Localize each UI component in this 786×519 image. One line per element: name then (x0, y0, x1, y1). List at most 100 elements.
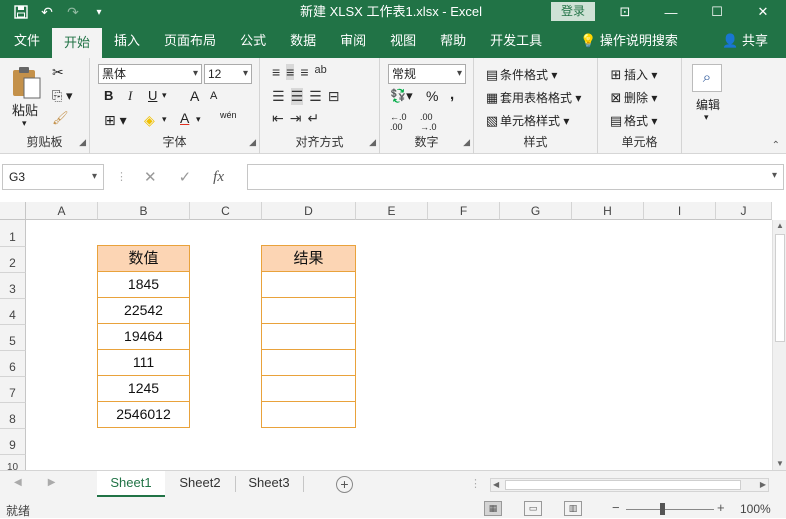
ribbon-display-options-icon[interactable]: ⊡ (602, 0, 648, 24)
row-header-2[interactable]: 2 (0, 247, 26, 273)
sheet-tab-sheet1[interactable]: Sheet1 (97, 471, 165, 497)
row-header-5[interactable]: 5 (0, 325, 26, 351)
column-header-g[interactable]: G (500, 202, 572, 220)
copy-icon[interactable]: ⎘ ▾ (52, 88, 73, 104)
search-icon[interactable]: ⌕ (692, 64, 722, 92)
redo-icon[interactable]: ↷ (60, 0, 86, 24)
increase-indent-icon[interactable]: ⇥ (290, 110, 302, 127)
result-cell[interactable] (261, 323, 356, 350)
font-size-select[interactable]: 12 ▾ (204, 64, 252, 84)
value-cell[interactable]: 22542 (97, 297, 190, 324)
decrease-decimal-icon[interactable]: .00 →.0 (420, 112, 437, 132)
middle-align-icon[interactable]: ≡ (286, 64, 295, 80)
expand-formula-icon[interactable]: ▾ (772, 170, 777, 181)
wrap-text-icon[interactable]: ↵ (307, 110, 319, 127)
borders-icon[interactable]: ⊞ ▾ (104, 112, 127, 129)
column-header-b[interactable]: B (98, 202, 190, 220)
phonetic-guide-button[interactable]: wén (220, 110, 237, 120)
scroll-down-icon[interactable]: ▼ (773, 458, 786, 470)
enter-icon[interactable]: ✓ (179, 168, 192, 186)
value-cell[interactable]: 1845 (97, 271, 190, 298)
select-all-corner[interactable] (0, 202, 26, 220)
column-header-c[interactable]: C (190, 202, 262, 220)
paste-button[interactable]: 粘贴 (12, 100, 38, 119)
tab-insert[interactable]: 插入 (102, 24, 152, 58)
cut-icon[interactable]: ✂ (52, 64, 64, 81)
number-launcher-icon[interactable]: ◢ (463, 137, 470, 148)
increase-font-button[interactable]: A (190, 88, 199, 104)
tab-review[interactable]: 审阅 (328, 24, 378, 58)
normal-view-icon[interactable]: ▦ (484, 501, 502, 516)
row-header-10[interactable]: 10 (0, 455, 26, 470)
underline-dropdown-icon[interactable]: ▾ (162, 90, 167, 101)
number-format-select[interactable]: 常规 ▾ (388, 64, 466, 84)
percent-style-button[interactable]: % (426, 88, 438, 104)
customize-quick-access-icon[interactable]: ▾ (86, 0, 112, 24)
format-painter-icon[interactable]: 🖌 (52, 110, 69, 126)
format-as-table-button[interactable]: ▦ 套用表格格式 ▾ (484, 89, 582, 106)
vertical-scroll-thumb[interactable] (775, 234, 785, 342)
font-launcher-icon[interactable]: ◢ (249, 137, 256, 148)
value-cell[interactable]: 1245 (97, 375, 190, 402)
previous-sheet-icon[interactable]: ◀ (14, 477, 22, 488)
insert-cells-button[interactable]: ⊞ 插入 ▾ (608, 66, 658, 83)
row-header-6[interactable]: 6 (0, 351, 26, 377)
paste-icon[interactable] (10, 66, 44, 102)
zoom-in-button[interactable]: + (717, 500, 725, 515)
result-cell[interactable] (261, 401, 356, 428)
align-center-icon[interactable]: ☰ (290, 88, 304, 105)
cancel-icon[interactable]: ✕ (144, 168, 157, 186)
underline-button[interactable]: U (148, 88, 157, 103)
zoom-slider-handle[interactable] (660, 503, 665, 515)
insert-function-button[interactable]: fx (213, 169, 224, 186)
name-box[interactable]: G3 ▾ (2, 164, 104, 190)
column-header-d[interactable]: D (262, 202, 356, 220)
cell-styles-button[interactable]: ▧ 单元格样式 ▾ (484, 112, 570, 129)
comma-style-button[interactable]: , (450, 86, 454, 103)
clipboard-launcher-icon[interactable]: ◢ (79, 137, 86, 148)
result-cell[interactable] (261, 297, 356, 324)
font-color-dropdown-icon[interactable]: ▾ (196, 114, 201, 125)
result-cell[interactable] (261, 349, 356, 376)
tab-help[interactable]: 帮助 (428, 24, 478, 58)
tab-home[interactable]: 开始 (52, 28, 103, 58)
zoom-level[interactable]: 100% (740, 502, 771, 516)
save-icon[interactable] (8, 0, 34, 24)
undo-icon[interactable]: ↶ (34, 0, 60, 24)
scroll-up-icon[interactable]: ▲ (773, 220, 786, 232)
editing-dropdown-icon[interactable]: ▾ (704, 112, 709, 123)
column-header-a[interactable]: A (26, 202, 98, 220)
column-header-h[interactable]: H (572, 202, 644, 220)
paste-dropdown-icon[interactable]: ▾ (22, 118, 27, 129)
minimize-button[interactable]: — (648, 0, 694, 24)
column-header-e[interactable]: E (356, 202, 428, 220)
bottom-align-icon[interactable]: ≡ (300, 64, 308, 80)
vertical-scrollbar[interactable]: ▲ ▼ (772, 220, 786, 470)
result-header-cell[interactable]: 结果 (261, 245, 356, 272)
row-header-3[interactable]: 3 (0, 273, 26, 299)
row-header-1[interactable]: 1 (0, 220, 26, 247)
column-header-i[interactable]: I (644, 202, 716, 220)
tell-me-search[interactable]: 💡 操作说明搜索 (580, 24, 678, 58)
row-header-4[interactable]: 4 (0, 299, 26, 325)
font-color-icon[interactable]: A (180, 110, 189, 126)
result-cell[interactable] (261, 375, 356, 402)
zoom-slider[interactable] (626, 509, 714, 510)
conditional-formatting-button[interactable]: ▤ 条件格式 ▾ (484, 66, 558, 83)
page-layout-view-icon[interactable]: ▭ (524, 501, 542, 516)
value-header-cell[interactable]: 数值 (97, 245, 190, 272)
format-cells-button[interactable]: ▤ 格式 ▾ (608, 112, 658, 129)
align-left-icon[interactable]: ☰ (272, 88, 285, 105)
value-cell[interactable]: 19464 (97, 323, 190, 350)
alignment-launcher-icon[interactable]: ◢ (369, 137, 376, 148)
horizontal-scrollbar[interactable]: ◀ ▶ (490, 478, 769, 492)
decrease-indent-icon[interactable]: ⇤ (272, 110, 284, 127)
login-button[interactable]: 登录 (551, 2, 595, 21)
zoom-out-button[interactable]: − (612, 500, 620, 515)
italic-button[interactable]: I (128, 88, 132, 104)
tab-page-layout[interactable]: 页面布局 (152, 24, 228, 58)
column-header-j[interactable]: J (716, 202, 772, 220)
decrease-font-button[interactable]: A (210, 90, 217, 102)
collapse-ribbon-icon[interactable]: ⌃ (772, 140, 780, 151)
page-break-view-icon[interactable]: ▥ (564, 501, 582, 516)
